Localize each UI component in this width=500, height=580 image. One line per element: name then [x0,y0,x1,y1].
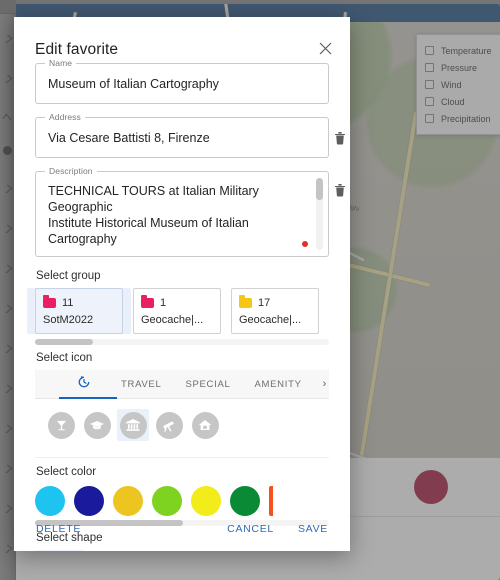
description-scrollbar[interactable] [316,178,323,250]
select-group-label: Select group [36,270,101,282]
telescope-icon [155,411,183,439]
ruler-tick [1,74,13,84]
layer-row[interactable]: Temperature [425,42,500,59]
tab-special[interactable]: SPECIAL [173,370,242,399]
folder-icon [239,295,252,308]
delete-address-trash-icon[interactable] [334,131,348,145]
place-marker-dot [414,470,448,504]
layer-label: Wind [441,79,462,90]
layer-label: Temperature [441,45,492,56]
tab-amenity[interactable]: AMENITY [242,370,313,399]
address-field-wrap: Address Via Cesare Battisti 8, Firenze [35,112,345,158]
checkbox-wind[interactable] [425,80,434,89]
tab-travel[interactable]: TRAVEL [109,370,173,399]
chevron-right-icon[interactable]: › [314,370,336,399]
close-icon[interactable] [314,37,336,59]
graduation-cap-icon [83,411,111,439]
tab-active-underline [59,397,117,399]
weather-layer-panel[interactable]: Temperature Pressure Wind Cloud Precipit… [416,34,500,135]
group-name: Geocache|... [141,314,204,326]
icon-option-cocktail[interactable] [45,409,77,441]
group-chip-sotm2022[interactable]: 11 SotM2022 [35,288,123,334]
ruler-tick [2,113,12,125]
icon-option-museum[interactable] [117,409,149,441]
ruler-knob[interactable] [3,146,12,155]
cocktail-icon [47,411,75,439]
select-color-label: Select color [36,466,97,478]
ruler-tick [1,544,13,554]
icon-panel-divider [35,457,329,458]
icon-picker: TRAVEL SPECIAL AMENITY › [35,370,329,458]
delete-button[interactable]: DELETE [28,517,89,541]
description-line-2: Institute Historical Museum of Italian C… [48,216,249,246]
description-line-1: TECHNICAL TOURS at Italian Military Geog… [48,184,259,214]
checkbox-pressure[interactable] [425,63,434,72]
icon-category-tabs[interactable]: TRAVEL SPECIAL AMENITY › [35,370,329,399]
group-name: Geocache|... [239,314,302,326]
address-label: Address [45,112,85,122]
name-input[interactable]: Name Museum of Italian Cartography [35,58,329,104]
description-label: Description [45,166,97,176]
ruler-tick [1,224,13,234]
ruler-tick [1,34,13,44]
dialog-title: Edit favorite [35,41,119,58]
chip-header: 11 [43,295,115,310]
group-count: 1 [160,296,167,309]
ruler-tick [1,504,13,514]
required-indicator-dot [302,241,308,247]
delete-description-trash-icon[interactable] [334,183,348,197]
group-scrollbar[interactable] [35,339,329,345]
ruler-tick [1,384,13,394]
layer-row[interactable]: Wind [425,76,500,93]
ruler-tick [1,184,13,194]
ruler-tick [1,464,13,474]
name-field-wrap: Name Museum of Italian Cartography [35,58,329,104]
cancel-button[interactable]: CANCEL [219,517,282,541]
checkbox-cloud[interactable] [425,97,434,106]
ruler-tick [1,264,13,274]
ruler-tick [1,424,13,434]
dialog-body: Name Museum of Italian Cartography Addre… [14,58,350,551]
group-name: SotM2022 [43,314,94,326]
dialog-footer: DELETE CANCEL SAVE [14,507,350,551]
checkbox-temperature[interactable] [425,46,434,55]
group-count: 11 [62,296,74,309]
address-value: Via Cesare Battisti 8, Firenze [48,131,210,145]
layer-row[interactable]: Cloud [425,93,500,110]
ruler-tick [1,344,13,354]
chip-header: 17 [239,295,311,310]
folder-icon [43,295,56,308]
checkbox-precipitation[interactable] [425,114,434,123]
icon-option-graduation-cap[interactable] [81,409,113,441]
group-chip-list[interactable]: 11 SotM2022 1 Geocache|... 17 Geocache|.… [35,288,329,334]
edit-favorite-dialog: Edit favorite Name Museum of Italian Car… [14,17,350,551]
group-chip-geocache-17[interactable]: 17 Geocache|... [231,288,319,334]
tab-recent[interactable] [59,370,109,399]
layer-row[interactable]: Precipitation [425,110,500,127]
icon-option-telescope[interactable] [153,409,185,441]
group-count: 17 [258,296,271,309]
description-input[interactable]: Description TECHNICAL TOURS at Italian M… [35,166,329,257]
layer-row[interactable]: Pressure [425,59,500,76]
layer-label: Pressure [441,62,478,73]
description-field-wrap: Description TECHNICAL TOURS at Italian M… [35,166,345,257]
folder-icon [141,295,154,308]
chip-header: 1 [141,295,213,310]
ruler-tick [1,304,13,314]
home-icon [191,411,219,439]
save-button[interactable]: SAVE [290,517,336,541]
name-label: Name [45,58,77,68]
address-input[interactable]: Address Via Cesare Battisti 8, Firenze [35,112,329,158]
museum-icon [119,411,147,439]
icon-option-home[interactable] [189,409,221,441]
layer-label: Cloud [441,96,465,107]
select-icon-label: Select icon [36,352,93,364]
group-chip-geocache-1[interactable]: 1 Geocache|... [133,288,221,334]
ruler-cap [0,0,16,14]
icon-list[interactable] [35,399,329,441]
screen: Firenze Campo di Marte Viale Augusto Rig… [0,0,500,580]
layer-label: Precipitation [441,113,491,124]
name-value: Museum of Italian Cartography [48,77,219,91]
